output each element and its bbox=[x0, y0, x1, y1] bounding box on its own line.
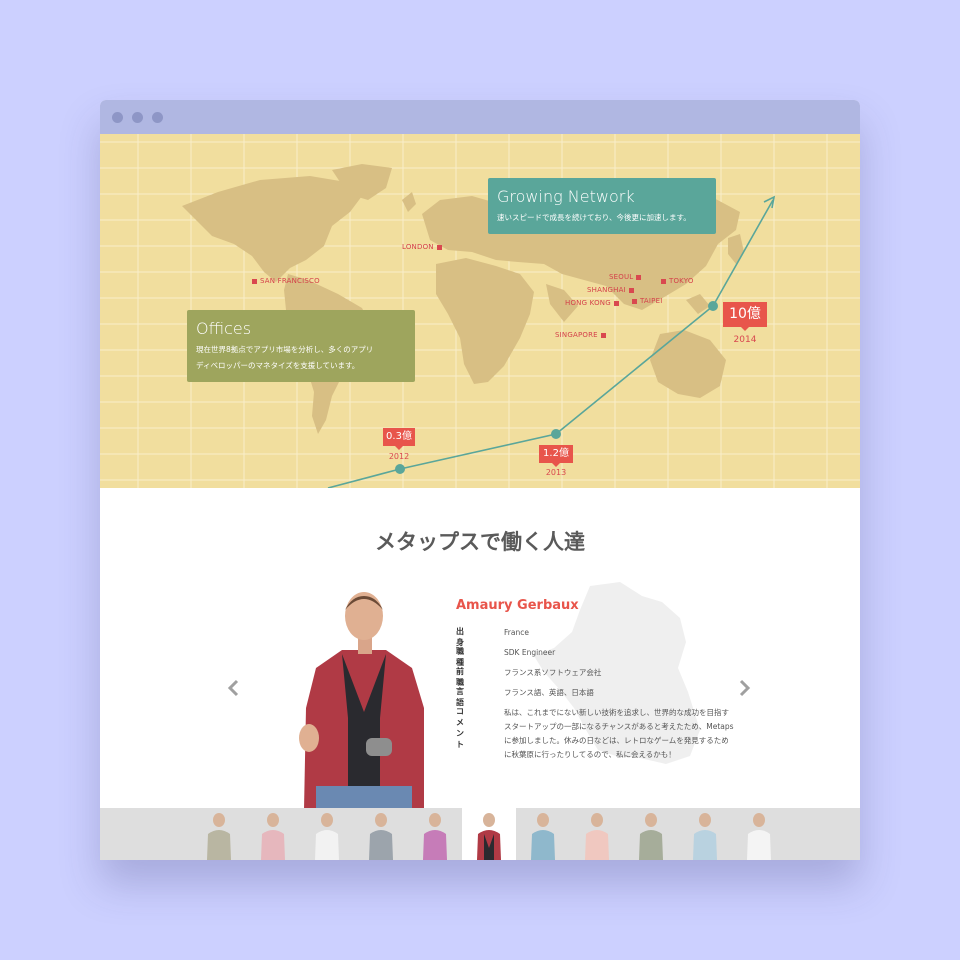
next-member-button[interactable] bbox=[738, 678, 752, 703]
member-thumbnail-photo bbox=[315, 813, 339, 860]
growth-point-2012 bbox=[395, 464, 405, 474]
field-value: フランス語、英語、日本語 bbox=[504, 688, 594, 697]
field-value: 私は、これまでにない新しい技術を追求し、世界的な成功を目指すスタートアップの一部… bbox=[504, 708, 734, 759]
team-section: メタップスで働く人達 Amaury Gerbaux 出身 France 職種 S… bbox=[100, 488, 860, 808]
field-label: 職種 bbox=[456, 647, 464, 667]
member-thumbnail[interactable] bbox=[300, 808, 354, 860]
member-thumbnail-photo bbox=[585, 813, 609, 860]
field-label: 出身 bbox=[456, 627, 464, 647]
field-label: 前職 bbox=[456, 667, 464, 687]
field-value: SDK Engineer bbox=[504, 648, 556, 657]
member-thumbnail-photo bbox=[261, 813, 285, 860]
member-thumbnail[interactable] bbox=[624, 808, 678, 860]
member-thumbnail[interactable] bbox=[678, 808, 732, 860]
window-titlebar bbox=[100, 100, 860, 134]
field-label: コメント bbox=[456, 707, 464, 749]
member-thumbnail[interactable] bbox=[732, 808, 786, 860]
offices-info-box: Offices 現在世界8拠点でアプリ市場を分析し、多くのアプリ ディベロッパー… bbox=[187, 310, 415, 382]
member-thumbnail-active[interactable] bbox=[462, 808, 516, 860]
city-label-london: LONDON bbox=[402, 243, 442, 251]
growth-year-2014: 2014 bbox=[733, 335, 757, 345]
world-map-section: LONDON SAN FRANCISCO SEOUL TOKYO SHANGHA… bbox=[100, 134, 860, 488]
member-thumbnail[interactable] bbox=[192, 808, 246, 860]
member-thumbnail-photo bbox=[369, 813, 393, 860]
member-thumbnail[interactable] bbox=[354, 808, 408, 860]
chevron-left-icon bbox=[227, 679, 239, 697]
city-marker bbox=[600, 332, 606, 338]
city-label-seoul: SEOUL bbox=[609, 273, 642, 281]
field-value: フランス系ソフトウェア会社 bbox=[504, 668, 602, 677]
growth-year-2012: 2012 bbox=[388, 452, 410, 461]
city-marker bbox=[252, 278, 257, 284]
team-section-title: メタップスで働く人達 bbox=[375, 530, 585, 554]
growth-value-2013: 1.2億 bbox=[539, 445, 573, 467]
city-marker bbox=[436, 244, 442, 250]
network-title: Growing Network bbox=[497, 187, 635, 206]
member-thumbnail-photo bbox=[747, 813, 771, 860]
field-value: France bbox=[504, 628, 529, 637]
member-thumbnail-photo bbox=[693, 813, 717, 860]
network-description: 速いスピードで成長を続けており、今後更に加速します。 bbox=[497, 213, 691, 223]
maximize-window-dot[interactable] bbox=[152, 112, 163, 123]
offices-title: Offices bbox=[196, 319, 252, 338]
city-label-singapore: SINGAPORE bbox=[555, 331, 606, 339]
chevron-right-icon bbox=[739, 679, 751, 697]
member-thumbnail[interactable] bbox=[246, 808, 300, 860]
member-thumbnail-photo bbox=[531, 813, 555, 860]
growth-value-2014: 10億 bbox=[723, 302, 767, 331]
member-thumbnail-photo bbox=[477, 813, 501, 860]
member-thumbnail[interactable] bbox=[516, 808, 570, 860]
city-label-san-francisco: SAN FRANCISCO bbox=[252, 277, 320, 285]
offices-description-line: ディベロッパーのマネタイズを支援しています。 bbox=[196, 361, 360, 371]
growth-point-2014 bbox=[708, 301, 718, 311]
member-thumbnail[interactable] bbox=[570, 808, 624, 860]
member-name: Amaury Gerbaux bbox=[456, 598, 579, 613]
city-marker bbox=[628, 287, 634, 293]
city-marker bbox=[636, 274, 642, 280]
member-thumbnail-photo bbox=[639, 813, 663, 860]
city-label-tokyo: TOKYO bbox=[661, 277, 694, 285]
city-label-shanghai: SHANGHAI bbox=[587, 286, 634, 294]
growth-year-2013: 2013 bbox=[545, 468, 567, 477]
close-window-dot[interactable] bbox=[112, 112, 123, 123]
offices-description-line: 現在世界8拠点でアプリ市場を分析し、多くのアプリ bbox=[196, 345, 374, 355]
member-thumbnail-strip bbox=[100, 808, 860, 860]
city-marker bbox=[661, 278, 666, 284]
city-marker bbox=[632, 298, 637, 304]
network-info-box: Growing Network 速いスピードで成長を続けており、今後更に加速しま… bbox=[488, 178, 716, 234]
city-label-taipei: TAIPEI bbox=[632, 297, 663, 305]
growth-point-2013 bbox=[551, 429, 561, 439]
growth-value-2012: 0.3億 bbox=[383, 428, 415, 450]
member-thumbnail-photo bbox=[423, 813, 447, 860]
city-label-hong-kong: HONG KONG bbox=[565, 299, 619, 307]
city-marker bbox=[613, 300, 619, 306]
offices-description: 現在世界8拠点でアプリ市場を分析し、多くのアプリ ディベロッパーのマネタイズを支… bbox=[196, 342, 406, 374]
minimize-window-dot[interactable] bbox=[132, 112, 143, 123]
browser-window: LONDON SAN FRANCISCO SEOUL TOKYO SHANGHA… bbox=[100, 100, 860, 860]
member-photo bbox=[299, 592, 424, 808]
member-thumbnail-photo bbox=[207, 813, 231, 860]
prev-member-button[interactable] bbox=[226, 678, 240, 703]
field-label: 言語 bbox=[456, 687, 464, 707]
member-thumbnail[interactable] bbox=[408, 808, 462, 860]
